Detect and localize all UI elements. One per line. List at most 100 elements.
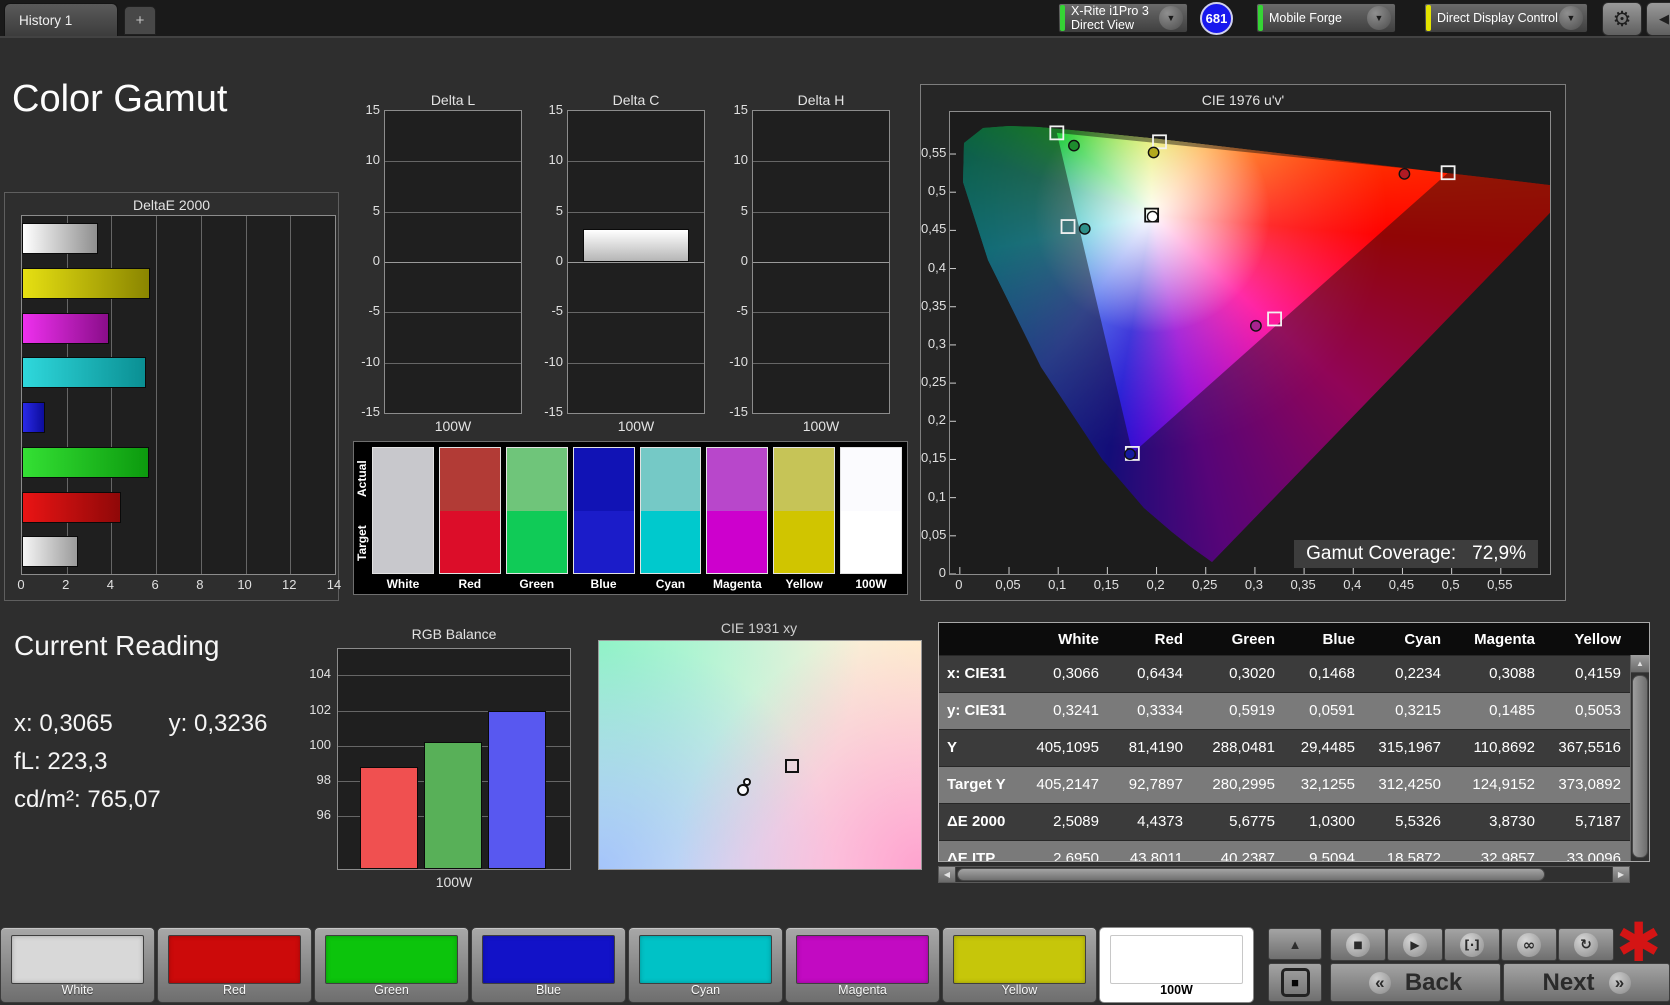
gamut-coverage-label: Gamut Coverage: [1306, 543, 1457, 564]
swatch-column-100w: 100W [840, 447, 902, 592]
row-label: Target Y [947, 776, 1006, 793]
measured-marker-red [1398, 167, 1411, 180]
x-tick-label: 0,2 [1146, 577, 1165, 592]
row-label: Y [947, 739, 958, 756]
y-tick-label: 15 [365, 102, 380, 117]
x-tick-label: 10 [237, 577, 252, 592]
y-tick-label: 96 [316, 807, 331, 823]
meter-dropdown[interactable]: X-Rite i1Pro 3 Direct View ▼ [1058, 3, 1188, 33]
row-label: ΔE ITP [947, 850, 996, 862]
table-row: ΔE ITP 2,6950 43,8011 40,2387 9,5094 18,5872 3… [939, 840, 1649, 862]
y-tick-label: 0 [555, 253, 563, 268]
y-tick-label: 0,45 [921, 221, 947, 237]
reading-fl: fL: 223,3 [14, 748, 108, 775]
swatch-label: White [386, 577, 420, 591]
y-tick-label: -10 [544, 353, 563, 369]
pattern-button-cyan[interactable]: Cyan [628, 927, 783, 1003]
meter-dropdown-label: X-Rite i1Pro 3 Direct View [1071, 4, 1149, 32]
vertical-scroll-thumb[interactable] [1632, 675, 1648, 858]
swatch-column-white: White [372, 447, 434, 592]
chart-title: DeltaE 2000 [132, 197, 211, 213]
refresh-button[interactable]: ↻ [1558, 928, 1614, 961]
back-button[interactable]: « Back [1330, 963, 1501, 1002]
actual-swatch [707, 448, 768, 511]
scroll-left-icon[interactable]: ◀ [939, 867, 956, 882]
pattern-button-green[interactable]: Green [314, 927, 469, 1003]
gridline [568, 312, 704, 314]
y-tick-label: 5 [555, 202, 563, 218]
continuous-button[interactable]: ∞ [1501, 928, 1557, 961]
reading-cdm2: cd/m²: 765,07 [14, 786, 161, 813]
gridline [156, 216, 158, 574]
table-body: x: CIE31 0,3066 0,6434 0,3020 0,1468 0,2234 0,… [939, 655, 1649, 862]
y-tick-label: 102 [309, 701, 331, 717]
table-vertical-scrollbar[interactable]: ▲ [1630, 655, 1649, 861]
pattern-button-magenta[interactable]: Magenta [785, 927, 940, 1003]
stop-button[interactable]: ■ [1330, 928, 1386, 961]
x-tick-label: 2 [62, 577, 70, 592]
pattern-button-white[interactable]: White [0, 927, 155, 1003]
meter-count-badge[interactable]: 681 [1200, 2, 1233, 35]
chart-title: CIE 1931 xy [720, 620, 798, 636]
table-header-cell: Magenta [1474, 631, 1535, 648]
x-tick-label: 0,1 [1048, 577, 1067, 592]
swatch-pair [372, 447, 434, 574]
table-cell: 5,6775 [1229, 813, 1275, 830]
y-tick-label: 0,05 [921, 526, 947, 542]
play-button[interactable]: ▶ [1387, 928, 1443, 961]
y-tick-label: 10 [733, 152, 748, 168]
target-swatch [573, 510, 634, 573]
x-axis-label: 100W [434, 418, 472, 434]
scroll-up-icon[interactable]: ▲ [1631, 655, 1649, 673]
scroll-right-icon[interactable]: ▶ [1612, 867, 1629, 882]
tab-history-1[interactable]: History 1 [4, 3, 118, 36]
target-row-label: Target [355, 525, 369, 561]
table-horizontal-scrollbar[interactable]: ◀ ▶ [938, 866, 1630, 883]
table-header-cell: White [1058, 631, 1099, 648]
table-cell: 367,5516 [1558, 739, 1621, 756]
table-header-cell: Yellow [1574, 631, 1621, 648]
x-tick-label: 0,25 [1192, 577, 1218, 592]
settings-button[interactable]: ⚙ [1602, 2, 1642, 36]
add-tab-button[interactable]: + [124, 6, 156, 35]
table-cell: 0,1468 [1309, 665, 1355, 682]
collapse-panel-button[interactable]: ◀ [1646, 2, 1670, 36]
pattern-up-button[interactable]: ▲ [1268, 928, 1322, 960]
row-label: ΔE 2000 [947, 813, 1006, 830]
pattern-button-blue[interactable]: Blue [471, 927, 626, 1003]
gridline [385, 262, 521, 263]
target-swatch [707, 510, 768, 573]
pattern-window-button[interactable]: ■ [1268, 963, 1322, 1002]
next-label: Next [1542, 968, 1595, 996]
workflow-dropdown[interactable]: Mobile Forge ▼ [1256, 3, 1396, 33]
y-tick-label: -5 [736, 303, 748, 319]
swatch-label: 100W [855, 577, 887, 591]
measured-marker-green [1068, 139, 1080, 152]
pattern-button-yellow[interactable]: Yellow [942, 927, 1097, 1003]
y-tick-label: 10 [548, 152, 563, 168]
table-row: ΔE 2000 2,5089 4,4373 5,6775 1,0300 5,5326 3,8… [939, 803, 1649, 840]
horizontal-scroll-thumb[interactable] [957, 868, 1545, 881]
x-axis-label: 100W [617, 418, 655, 434]
pattern-button-red[interactable]: Red [157, 927, 312, 1003]
swatch-label: Blue [590, 577, 617, 591]
target-swatch [774, 510, 835, 573]
table-cell: 9,5094 [1309, 850, 1355, 862]
measured-marker-blue [1124, 448, 1136, 461]
pattern-button-label: 100W [1160, 983, 1193, 997]
pattern-button-100w[interactable]: 100W [1099, 927, 1254, 1003]
y-tick-label: -10 [361, 353, 380, 369]
deltae-bar-100w [22, 223, 98, 254]
swatch-pair [438, 447, 501, 574]
device-control-dropdown[interactable]: Direct Display Control ▼ [1424, 3, 1588, 33]
plus-icon: + [135, 12, 145, 29]
table-cell: 0,3020 [1229, 665, 1275, 682]
cie1976-x-axis: 0 0,05 0,1 0,15 0,2 0,25 0,3 0,35 0,4 0,45 0,5 0,55 [921, 577, 1565, 593]
y-tick-label: 0,25 [921, 374, 947, 390]
actual-swatch [439, 448, 500, 511]
pattern-button-bar: White Red Green Blue Cyan Magenta Yellow 100W [0, 925, 1260, 1005]
x-tick-label: 4 [106, 577, 115, 592]
table-row: x: CIE31 0,3066 0,6434 0,3020 0,1468 0,2234 0,… [939, 655, 1649, 692]
range-button[interactable]: [·] [1444, 928, 1500, 961]
deltae-bar-white [22, 536, 79, 568]
